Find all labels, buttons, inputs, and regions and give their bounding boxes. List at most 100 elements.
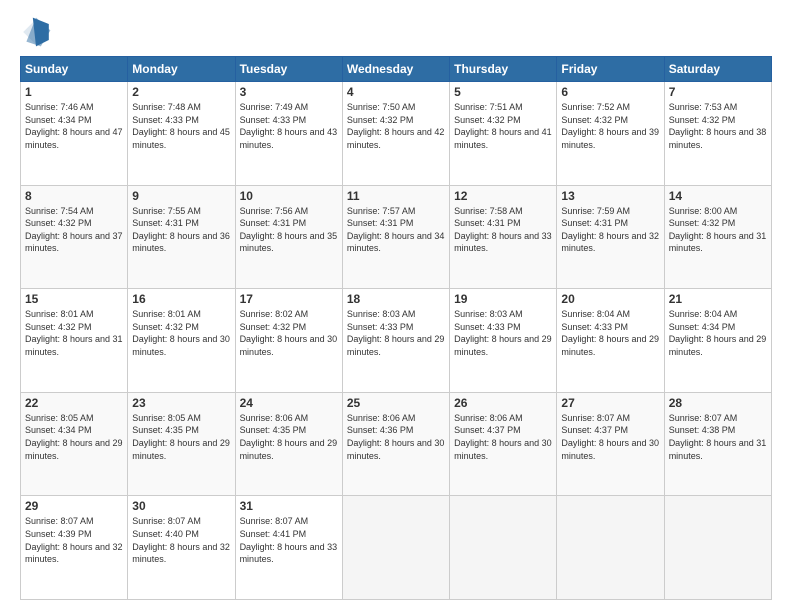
calendar-week-2: 8 Sunrise: 7:54 AMSunset: 4:32 PMDaylight… xyxy=(21,185,772,289)
calendar-cell: 30 Sunrise: 8:07 AMSunset: 4:40 PMDayligh… xyxy=(128,496,235,600)
day-info: Sunrise: 7:51 AMSunset: 4:32 PMDaylight:… xyxy=(454,101,552,151)
day-number: 17 xyxy=(240,292,338,306)
col-header-wednesday: Wednesday xyxy=(342,57,449,82)
day-info: Sunrise: 7:50 AMSunset: 4:32 PMDaylight:… xyxy=(347,101,445,151)
day-number: 29 xyxy=(25,499,123,513)
day-number: 11 xyxy=(347,189,445,203)
col-header-friday: Friday xyxy=(557,57,664,82)
day-number: 2 xyxy=(132,85,230,99)
day-number: 8 xyxy=(25,189,123,203)
calendar-cell: 12 Sunrise: 7:58 AMSunset: 4:31 PMDayligh… xyxy=(450,185,557,289)
col-header-monday: Monday xyxy=(128,57,235,82)
col-header-sunday: Sunday xyxy=(21,57,128,82)
day-info: Sunrise: 8:05 AMSunset: 4:34 PMDaylight:… xyxy=(25,412,123,462)
calendar-cell: 7 Sunrise: 7:53 AMSunset: 4:32 PMDaylight… xyxy=(664,82,771,186)
calendar-cell: 22 Sunrise: 8:05 AMSunset: 4:34 PMDayligh… xyxy=(21,392,128,496)
day-number: 20 xyxy=(561,292,659,306)
calendar-cell: 25Sunrise: 8:06 AMSunset: 4:36 PMDayligh… xyxy=(342,392,449,496)
day-number: 27 xyxy=(561,396,659,410)
calendar-cell: 26 Sunrise: 8:06 AMSunset: 4:37 PMDayligh… xyxy=(450,392,557,496)
calendar-cell: 1 Sunrise: 7:46 AMSunset: 4:34 PMDaylight… xyxy=(21,82,128,186)
logo-icon xyxy=(20,16,52,48)
calendar-cell: 2Sunrise: 7:48 AMSunset: 4:33 PMDaylight… xyxy=(128,82,235,186)
calendar-cell xyxy=(450,496,557,600)
calendar-cell xyxy=(557,496,664,600)
day-info: Sunrise: 8:06 AMSunset: 4:35 PMDaylight:… xyxy=(240,412,338,462)
calendar-cell: 13 Sunrise: 7:59 AMSunset: 4:31 PMDayligh… xyxy=(557,185,664,289)
day-number: 18 xyxy=(347,292,445,306)
header xyxy=(20,16,772,48)
day-info: Sunrise: 7:58 AMSunset: 4:31 PMDaylight:… xyxy=(454,205,552,255)
day-info: Sunrise: 7:56 AMSunset: 4:31 PMDaylight:… xyxy=(240,205,338,255)
calendar-cell: 17 Sunrise: 8:02 AMSunset: 4:32 PMDayligh… xyxy=(235,289,342,393)
calendar-week-3: 15Sunrise: 8:01 AMSunset: 4:32 PMDayligh… xyxy=(21,289,772,393)
calendar-week-1: 1 Sunrise: 7:46 AMSunset: 4:34 PMDaylight… xyxy=(21,82,772,186)
day-info: Sunrise: 8:02 AMSunset: 4:32 PMDaylight:… xyxy=(240,308,338,358)
day-number: 5 xyxy=(454,85,552,99)
calendar-cell: 19Sunrise: 8:03 AMSunset: 4:33 PMDayligh… xyxy=(450,289,557,393)
day-number: 16 xyxy=(132,292,230,306)
calendar-cell: 10 Sunrise: 7:56 AMSunset: 4:31 PMDayligh… xyxy=(235,185,342,289)
day-number: 26 xyxy=(454,396,552,410)
calendar-cell: 16 Sunrise: 8:01 AMSunset: 4:32 PMDayligh… xyxy=(128,289,235,393)
day-info: Sunrise: 8:07 AMSunset: 4:41 PMDaylight:… xyxy=(240,515,338,565)
col-header-saturday: Saturday xyxy=(664,57,771,82)
day-info: Sunrise: 8:07 AMSunset: 4:38 PMDaylight:… xyxy=(669,412,767,462)
day-info: Sunrise: 8:05 AMSunset: 4:35 PMDaylight:… xyxy=(132,412,230,462)
logo xyxy=(20,16,56,48)
day-number: 22 xyxy=(25,396,123,410)
day-number: 31 xyxy=(240,499,338,513)
day-info: Sunrise: 8:07 AMSunset: 4:40 PMDaylight:… xyxy=(132,515,230,565)
day-info: Sunrise: 8:04 AMSunset: 4:34 PMDaylight:… xyxy=(669,308,767,358)
calendar-cell: 21Sunrise: 8:04 AMSunset: 4:34 PMDayligh… xyxy=(664,289,771,393)
day-info: Sunrise: 8:01 AMSunset: 4:32 PMDaylight:… xyxy=(132,308,230,358)
day-number: 4 xyxy=(347,85,445,99)
day-number: 7 xyxy=(669,85,767,99)
day-number: 1 xyxy=(25,85,123,99)
day-info: Sunrise: 8:01 AMSunset: 4:32 PMDaylight:… xyxy=(25,308,123,358)
calendar-cell: 15Sunrise: 8:01 AMSunset: 4:32 PMDayligh… xyxy=(21,289,128,393)
calendar-cell: 4 Sunrise: 7:50 AMSunset: 4:32 PMDaylight… xyxy=(342,82,449,186)
day-number: 10 xyxy=(240,189,338,203)
day-number: 30 xyxy=(132,499,230,513)
day-info: Sunrise: 7:52 AMSunset: 4:32 PMDaylight:… xyxy=(561,101,659,151)
day-info: Sunrise: 8:07 AMSunset: 4:37 PMDaylight:… xyxy=(561,412,659,462)
day-info: Sunrise: 7:55 AMSunset: 4:31 PMDaylight:… xyxy=(132,205,230,255)
calendar-week-4: 22 Sunrise: 8:05 AMSunset: 4:34 PMDayligh… xyxy=(21,392,772,496)
day-number: 6 xyxy=(561,85,659,99)
calendar-cell: 9 Sunrise: 7:55 AMSunset: 4:31 PMDaylight… xyxy=(128,185,235,289)
day-info: Sunrise: 8:07 AMSunset: 4:39 PMDaylight:… xyxy=(25,515,123,565)
day-number: 12 xyxy=(454,189,552,203)
day-info: Sunrise: 7:54 AMSunset: 4:32 PMDaylight:… xyxy=(25,205,123,255)
calendar-week-5: 29 Sunrise: 8:07 AMSunset: 4:39 PMDayligh… xyxy=(21,496,772,600)
calendar-cell: 6 Sunrise: 7:52 AMSunset: 4:32 PMDaylight… xyxy=(557,82,664,186)
day-number: 25 xyxy=(347,396,445,410)
day-info: Sunrise: 8:06 AMSunset: 4:37 PMDaylight:… xyxy=(454,412,552,462)
day-info: Sunrise: 8:00 AMSunset: 4:32 PMDaylight:… xyxy=(669,205,767,255)
calendar: SundayMondayTuesdayWednesdayThursdayFrid… xyxy=(20,56,772,600)
calendar-cell: 27 Sunrise: 8:07 AMSunset: 4:37 PMDayligh… xyxy=(557,392,664,496)
calendar-cell: 23 Sunrise: 8:05 AMSunset: 4:35 PMDayligh… xyxy=(128,392,235,496)
calendar-cell: 24Sunrise: 8:06 AMSunset: 4:35 PMDayligh… xyxy=(235,392,342,496)
calendar-cell: 18Sunrise: 8:03 AMSunset: 4:33 PMDayligh… xyxy=(342,289,449,393)
col-header-thursday: Thursday xyxy=(450,57,557,82)
day-info: Sunrise: 7:59 AMSunset: 4:31 PMDaylight:… xyxy=(561,205,659,255)
day-info: Sunrise: 8:03 AMSunset: 4:33 PMDaylight:… xyxy=(454,308,552,358)
calendar-cell: 28Sunrise: 8:07 AMSunset: 4:38 PMDayligh… xyxy=(664,392,771,496)
calendar-cell: 20 Sunrise: 8:04 AMSunset: 4:33 PMDayligh… xyxy=(557,289,664,393)
day-info: Sunrise: 7:49 AMSunset: 4:33 PMDaylight:… xyxy=(240,101,338,151)
day-info: Sunrise: 8:04 AMSunset: 4:33 PMDaylight:… xyxy=(561,308,659,358)
day-number: 23 xyxy=(132,396,230,410)
calendar-cell xyxy=(664,496,771,600)
day-info: Sunrise: 7:53 AMSunset: 4:32 PMDaylight:… xyxy=(669,101,767,151)
day-info: Sunrise: 7:46 AMSunset: 4:34 PMDaylight:… xyxy=(25,101,123,151)
calendar-cell: 3 Sunrise: 7:49 AMSunset: 4:33 PMDaylight… xyxy=(235,82,342,186)
calendar-cell: 31 Sunrise: 8:07 AMSunset: 4:41 PMDayligh… xyxy=(235,496,342,600)
col-header-tuesday: Tuesday xyxy=(235,57,342,82)
calendar-cell xyxy=(342,496,449,600)
day-number: 13 xyxy=(561,189,659,203)
calendar-cell: 29 Sunrise: 8:07 AMSunset: 4:39 PMDayligh… xyxy=(21,496,128,600)
day-number: 3 xyxy=(240,85,338,99)
day-number: 9 xyxy=(132,189,230,203)
day-number: 14 xyxy=(669,189,767,203)
